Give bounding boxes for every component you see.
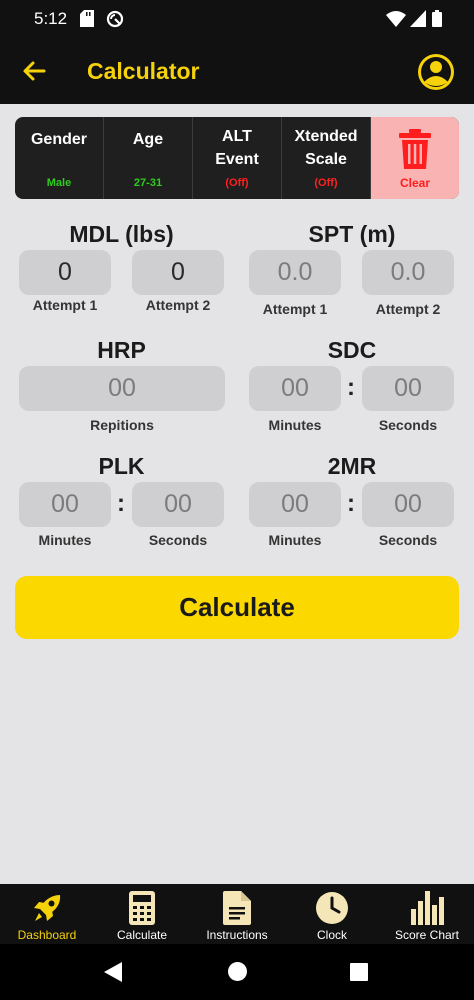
mdl-attempt2-input[interactable]: 0 [132, 250, 224, 295]
age-setting[interactable]: Age 27-31 [104, 117, 193, 199]
gender-label: Gender [30, 131, 87, 148]
plk-colon: : [117, 490, 125, 517]
clear-label: Clear [399, 176, 431, 190]
system-nav-bar [0, 944, 474, 1000]
nav-instructions[interactable]: Instructions [190, 884, 284, 944]
app-bar: Calculator [0, 38, 474, 104]
tmr-minutes-label: Minutes [268, 532, 322, 548]
nav-clock[interactable]: Clock [285, 884, 379, 944]
sdc-title: SDC [327, 337, 377, 363]
plk-seconds-input[interactable]: 00 [132, 482, 224, 527]
nav-instructions-label: Instructions [206, 928, 268, 942]
plk-title: PLK [98, 453, 145, 479]
spt-title: SPT (m) [308, 221, 396, 247]
age-label: Age [132, 131, 164, 148]
sdc-seconds-input[interactable]: 00 [362, 366, 454, 411]
sdc-seconds-label: Seconds [378, 417, 438, 433]
bottom-nav: Dashboard Calculate Instructions Clock S… [0, 884, 474, 944]
nav-dashboard-label: Dashboard [17, 928, 77, 942]
system-recents-icon[interactable] [350, 963, 368, 981]
sdc-minutes-input[interactable]: 00 [249, 366, 341, 411]
settings-panel: Gender Male Age 27-31 ALT Event (Off) Xt… [15, 117, 459, 199]
mdl-attempt1-input[interactable]: 0 [19, 250, 111, 295]
gender-setting[interactable]: Gender Male [15, 117, 104, 199]
calculator-icon [129, 891, 155, 925]
nav-calculate-label: Calculate [116, 928, 168, 942]
alt-event-label: ALT Event [215, 128, 259, 168]
nav-score-chart-label: Score Chart [394, 928, 460, 942]
tmr-minutes-input[interactable]: 00 [249, 482, 341, 527]
trash-icon [399, 129, 431, 169]
mdl-attempt1-label: Attempt 1 [32, 297, 98, 313]
sdc-minutes-label: Minutes [268, 417, 322, 433]
battery-icon [432, 10, 442, 27]
nav-dashboard[interactable]: Dashboard [0, 884, 94, 944]
spt-attempt1-label: Attempt 1 [262, 301, 328, 317]
wifi-icon [386, 11, 406, 27]
tmr-seconds-input[interactable]: 00 [362, 482, 454, 527]
hrp-title: HRP [97, 337, 146, 363]
age-value: 27-31 [133, 177, 163, 189]
clear-button[interactable]: Clear [371, 117, 459, 199]
xtended-scale-value: (Off) [314, 177, 338, 189]
rocket-icon [34, 895, 61, 921]
page-title: Calculator [87, 58, 200, 84]
hrp-repetitions-label: Repitions [90, 417, 154, 433]
nav-score-chart[interactable]: Score Chart [380, 884, 474, 944]
tmr-title: 2MR [327, 453, 377, 479]
nav-clock-label: Clock [316, 928, 347, 942]
account-icon[interactable] [416, 52, 456, 92]
nav-calculate[interactable]: Calculate [95, 884, 189, 944]
spt-attempt2-label: Attempt 2 [375, 301, 441, 317]
system-home-icon[interactable] [228, 962, 247, 981]
hrp-repetitions-input[interactable]: 00 [19, 366, 225, 411]
alt-event-value: (Off) [225, 177, 249, 189]
alt-event-setting[interactable]: ALT Event (Off) [193, 117, 282, 199]
status-bar: 5:12 [0, 0, 474, 38]
back-arrow-icon[interactable] [18, 55, 50, 87]
gender-value: Male [46, 177, 72, 189]
calculate-button[interactable]: Calculate [15, 576, 459, 639]
xtended-scale-setting[interactable]: Xtended Scale (Off) [282, 117, 371, 199]
spt-attempt1-input[interactable]: 0.0 [249, 250, 341, 295]
system-back-icon[interactable] [104, 962, 122, 982]
do-not-disturb-icon [106, 10, 124, 28]
plk-seconds-label: Seconds [148, 532, 208, 548]
mdl-title: MDL (lbs) [69, 221, 174, 247]
clock-icon [316, 892, 348, 924]
tmr-seconds-label: Seconds [378, 532, 438, 548]
tmr-colon: : [347, 490, 355, 517]
status-time: 5:12 [34, 9, 68, 28]
signal-icon [410, 10, 426, 27]
bar-chart-icon [411, 891, 444, 925]
sd-card-icon [80, 10, 94, 27]
plk-minutes-input[interactable]: 00 [19, 482, 111, 527]
document-icon [223, 891, 251, 925]
mdl-attempt2-label: Attempt 2 [145, 297, 211, 313]
sdc-colon: : [347, 374, 355, 401]
xtended-scale-label: Xtended Scale [294, 128, 358, 168]
plk-minutes-label: Minutes [38, 532, 92, 548]
spt-attempt2-input[interactable]: 0.0 [362, 250, 454, 295]
